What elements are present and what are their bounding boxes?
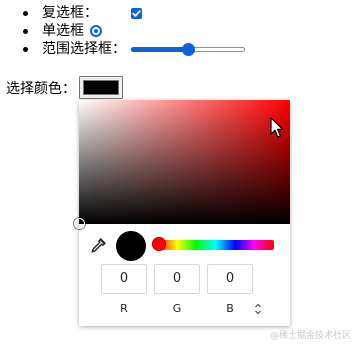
bullet-icon — [23, 11, 28, 16]
red-label: R — [120, 302, 128, 315]
blue-label: B — [226, 302, 234, 315]
range-fill — [131, 47, 188, 52]
radio-label: 单选框 — [42, 23, 84, 39]
color-swatch — [83, 80, 119, 95]
red-input[interactable]: 0 — [101, 264, 147, 294]
range-thumb[interactable] — [181, 43, 195, 56]
hue-slider-thumb[interactable] — [152, 237, 166, 251]
checkbox-label: 复选框： — [42, 5, 98, 21]
color-picker-popup: 0 0 0 R G B — [74, 100, 290, 326]
range-label: 范围选择框： — [42, 41, 126, 57]
bullet-icon — [23, 29, 28, 34]
radio-button[interactable] — [90, 25, 102, 37]
checkmark-icon — [132, 10, 141, 17]
color-input-label: 选择颜色： — [6, 81, 76, 97]
saturation-value-area[interactable] — [79, 100, 290, 224]
checkbox[interactable] — [131, 8, 142, 19]
bullet-icon — [23, 47, 28, 52]
up-down-chevron-icon[interactable] — [254, 302, 262, 316]
watermark: @稀土掘金技术社区 — [269, 331, 351, 341]
saturation-handle[interactable] — [74, 218, 85, 229]
current-color-preview — [116, 231, 146, 261]
hue-slider[interactable] — [157, 240, 274, 250]
mouse-pointer-icon — [270, 117, 284, 138]
green-input[interactable]: 0 — [154, 264, 200, 294]
color-input-button[interactable] — [79, 76, 123, 99]
blue-input[interactable]: 0 — [207, 264, 253, 294]
eyedropper-icon[interactable] — [90, 238, 106, 254]
green-label: G — [172, 302, 182, 315]
